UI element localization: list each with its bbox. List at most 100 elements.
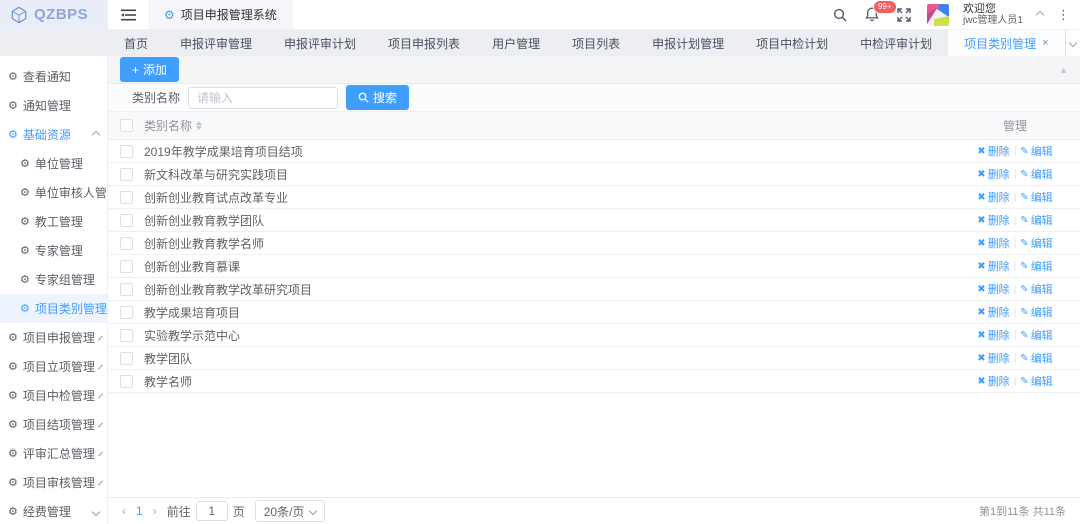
tabs-dropdown-button[interactable] [1065,30,1080,56]
tab-xiangmu-liebiao[interactable]: 项目列表 [556,30,636,56]
main-panel: +添加 ▲ 类别名称 搜索 类别名称 管 [108,56,1080,524]
row-checkbox[interactable] [120,352,133,365]
close-tab-icon[interactable]: × [1042,37,1048,49]
row-checkbox[interactable] [120,260,133,273]
user-avatar[interactable] [927,4,949,26]
tab-xiangmu-zhongjian-jihua[interactable]: 项目中检计划 [740,30,844,56]
row-checkbox[interactable] [120,214,133,227]
sort-icon[interactable] [196,121,202,130]
next-page-button[interactable]: › [153,504,157,518]
tab-shenbao-pingshen-jihua[interactable]: 申报评审计划 [268,30,372,56]
delete-link[interactable]: ✖删除 [977,235,1009,251]
sidebar-item-label: 教工管理 [35,213,83,230]
edit-link[interactable]: ✎编辑 [1020,281,1052,297]
system-tab-label: 项目申报管理系统 [181,6,277,23]
row-checkbox[interactable] [120,283,133,296]
sidebar-group-jingfei-guanli[interactable]: ⚙ 经费管理 [0,497,107,524]
edit-link[interactable]: ✎编辑 [1020,166,1052,182]
search-button[interactable]: 搜索 [346,85,409,110]
edit-icon: ✎ [1020,284,1028,295]
chevron-up-icon[interactable] [1036,10,1044,18]
edit-link[interactable]: ✎编辑 [1020,212,1052,228]
delete-link[interactable]: ✖删除 [977,304,1009,320]
delete-icon: ✖ [977,376,985,387]
gear-icon: ⚙ [8,331,18,344]
tab-zhongjian-pingshen-jihua[interactable]: 中检评审计划 [844,30,948,56]
search-button-label: 搜索 [373,89,397,106]
sidebar-collapse-button[interactable] [108,0,148,29]
sidebar-group-xiangmu-shenhe-guanli[interactable]: ⚙ 项目审核管理 [0,468,107,497]
sidebar-group-xiangmu-shenbao-guanli[interactable]: ⚙ 项目申报管理 [0,323,107,352]
delete-link[interactable]: ✖删除 [977,189,1009,205]
sidebar-item-label: 通知管理 [23,97,71,114]
gear-icon: ⚙ [8,70,18,83]
delete-link[interactable]: ✖删除 [977,258,1009,274]
tab-home[interactable]: 首页 [108,30,164,56]
active-tab-label: 项目类别管理 [964,35,1036,52]
page-number-current[interactable]: 1 [136,504,143,518]
edit-link[interactable]: ✎编辑 [1020,373,1052,389]
edit-link[interactable]: ✎编辑 [1020,189,1052,205]
edit-link[interactable]: ✎编辑 [1020,258,1052,274]
panel-collapse-icon[interactable]: ▲ [1059,65,1068,75]
row-checkbox[interactable] [120,237,133,250]
delete-link[interactable]: ✖删除 [977,166,1009,182]
row-checkbox[interactable] [120,168,133,181]
open-tabs-bar: 首页 申报评审管理 申报评审计划 项目申报列表 用户管理 项目列表 申报计划管理… [0,30,1080,56]
action-divider: | [1014,215,1017,226]
add-button[interactable]: +添加 [120,57,179,82]
system-tab[interactable]: ⚙ 项目申报管理系统 [148,0,293,29]
sidebar-item-zhuanjiazu-guanli[interactable]: ⚙ 专家组管理 [0,265,107,294]
row-checkbox[interactable] [120,375,133,388]
tab-shenbao-jihua-guanli[interactable]: 申报计划管理 [636,30,740,56]
tab-shenbao-pingshen-guanli[interactable]: 申报评审管理 [164,30,268,56]
fullscreen-icon[interactable] [895,6,913,24]
row-checkbox[interactable] [120,306,133,319]
page-size-select[interactable]: 20条/页 [255,500,326,522]
plus-icon: + [132,63,139,77]
more-menu-icon[interactable]: ⋮ [1057,7,1070,23]
sidebar-item-jiaogong-guanli[interactable]: ⚙ 教工管理 [0,207,107,236]
user-info[interactable]: 欢迎您 jwc管理人员1 [963,4,1023,26]
delete-link[interactable]: ✖删除 [977,373,1009,389]
delete-link[interactable]: ✖删除 [977,327,1009,343]
sidebar-item-tongzhi-guanli[interactable]: ⚙ 通知管理 [0,91,107,120]
sidebar-item-danwei-guanli[interactable]: ⚙ 单位管理 [0,149,107,178]
category-name-input[interactable] [188,87,338,109]
row-checkbox[interactable] [120,191,133,204]
select-all-checkbox[interactable] [120,119,133,132]
tab-xiangmu-shenbao-liebiao[interactable]: 项目申报列表 [372,30,476,56]
sidebar-group-xiangmu-lixiang-guanli[interactable]: ⚙ 项目立项管理 [0,352,107,381]
tab-xiangmu-leibie-guanli-active[interactable]: 项目类别管理 × [948,30,1064,56]
sidebar-item-xiangmu-leibie-guanli[interactable]: ⚙ 项目类别管理 [0,294,107,323]
delete-link[interactable]: ✖删除 [977,281,1009,297]
table-row: 教学名师 ✖删除 | ✎编辑 [108,370,1080,393]
edit-link[interactable]: ✎编辑 [1020,304,1052,320]
delete-icon: ✖ [977,215,985,226]
edit-link[interactable]: ✎编辑 [1020,327,1052,343]
prev-page-button[interactable]: ‹ [122,504,126,518]
edit-link[interactable]: ✎编辑 [1020,235,1052,251]
sidebar-group-pingshen-huizong-guanli[interactable]: ⚙ 评审汇总管理 [0,439,107,468]
search-icon[interactable] [831,6,849,24]
sidebar-group-jichu-ziyuan[interactable]: ⚙ 基础资源 [0,120,107,149]
edit-link[interactable]: ✎编辑 [1020,143,1052,159]
tab-yonghu-guanli[interactable]: 用户管理 [476,30,556,56]
row-checkbox[interactable] [120,145,133,158]
action-divider: | [1014,284,1017,295]
category-name-cell: 教学团队 [144,350,950,367]
row-checkbox[interactable] [120,329,133,342]
sidebar-group-xiangmu-zhongjian-guanli[interactable]: ⚙ 项目中检管理 [0,381,107,410]
sidebar-item-zhuanjia-guanli[interactable]: ⚙ 专家管理 [0,236,107,265]
sidebar-item-danwei-shenheren-guanli[interactable]: ⚙ 单位审核人管理 [0,178,107,207]
goto-page-input[interactable] [196,501,228,521]
edit-link[interactable]: ✎编辑 [1020,350,1052,366]
sidebar-item-chakan-tongzhi[interactable]: ⚙ 查看通知 [0,62,107,91]
notification-bell-icon[interactable]: 99+ [863,6,881,24]
sidebar-group-xiangmu-jiexiang-guanli[interactable]: ⚙ 项目结项管理 [0,410,107,439]
delete-link[interactable]: ✖删除 [977,143,1009,159]
delete-link[interactable]: ✖删除 [977,212,1009,228]
delete-link[interactable]: ✖删除 [977,350,1009,366]
goto-label: 前往 [167,503,191,520]
sidebar-item-label: 经费管理 [23,503,71,520]
